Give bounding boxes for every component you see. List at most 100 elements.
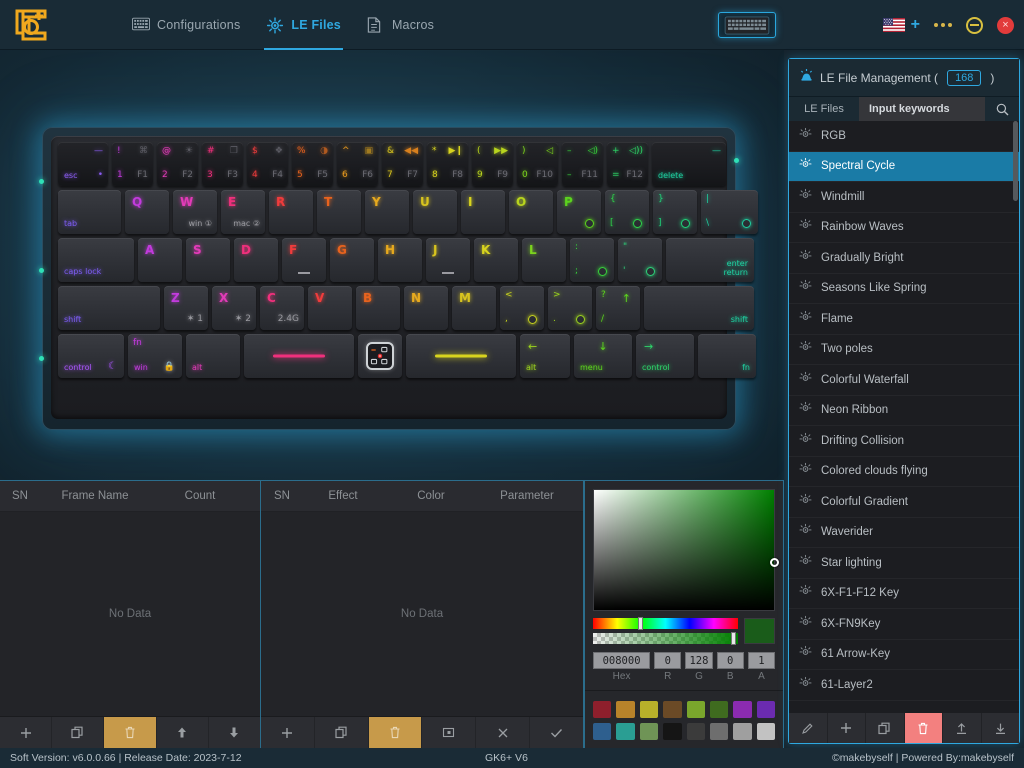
le-file-list-item[interactable]: Flame (789, 304, 1019, 335)
le-file-list-item[interactable]: Star lighting (789, 548, 1019, 579)
keyboard-key[interactable]: T (317, 190, 361, 234)
keyboard-key[interactable]: >. (548, 286, 592, 330)
le-file-list-item[interactable]: Neon Ribbon (789, 396, 1019, 426)
keyboard-key[interactable]: fn win 🔒 (128, 334, 182, 378)
copy-le-file-button[interactable] (866, 713, 905, 743)
keyboard-key[interactable]: # ❐ 3 F3 (202, 142, 243, 186)
keyboard-key[interactable]: G (330, 238, 374, 282)
color-swatch[interactable] (709, 723, 729, 740)
le-file-list-item[interactable]: Windmill (789, 182, 1019, 213)
keyboard-key[interactable]: enter return (666, 238, 754, 282)
green-input[interactable] (685, 652, 713, 669)
add-effect-button[interactable] (261, 717, 315, 748)
keyboard-key[interactable] (358, 334, 402, 378)
keyboard-key[interactable]: (▶▶ 9 F9 (472, 142, 513, 186)
search-button[interactable] (985, 97, 1019, 121)
device-keyboard-badge[interactable] (718, 12, 776, 38)
keyboard-key[interactable]: R (269, 190, 313, 234)
color-swatch[interactable] (593, 723, 612, 740)
keyboard-key[interactable]: ? / ↑ (596, 286, 640, 330)
le-file-list-item[interactable]: 61-Layer2 (789, 670, 1019, 701)
keyboard-key[interactable]: control → (636, 334, 694, 378)
close-button[interactable]: × (997, 16, 1014, 34)
keyboard-key[interactable]: Wwin ① (173, 190, 217, 234)
le-file-list-item[interactable]: Colorful Gradient (789, 487, 1019, 518)
tab-le-files[interactable]: LE Files (264, 0, 343, 50)
keyboard-key[interactable]: — delete (652, 142, 726, 186)
keyboard-key[interactable]: + ◁)) = F12 (607, 142, 648, 186)
le-file-list-item[interactable]: Colored clouds flying (789, 457, 1019, 487)
keyboard-key[interactable]: J (426, 238, 470, 282)
more-dots-icon[interactable] (934, 23, 952, 27)
le-file-list-item[interactable]: Gradually Bright (789, 243, 1019, 274)
saturation-cursor[interactable] (770, 558, 779, 567)
color-swatch[interactable] (639, 723, 659, 740)
keyboard-key[interactable]: I (461, 190, 505, 234)
delete-effect-button[interactable] (368, 717, 423, 748)
color-swatch[interactable] (639, 701, 659, 718)
add-le-file-button[interactable] (827, 713, 866, 743)
delete-le-file-button[interactable] (904, 713, 943, 743)
keyboard-key[interactable]: @ ☀ 2 F2 (157, 142, 198, 186)
cancel-effect-button[interactable] (476, 717, 531, 748)
hue-thumb[interactable] (637, 617, 643, 630)
color-swatch[interactable] (616, 701, 635, 718)
keyboard-body[interactable]: — • esc! ⌘ 1 F1 @ ☀ 2 F2 # ❐ 3 F3 $ ❖ 4 F4% ◑ 5 F5 ^ ▣ 6 F6 & ◀◀ 7 F… (39, 127, 758, 430)
delete-frame-button[interactable] (104, 717, 157, 748)
le-file-list-item[interactable]: RGB (789, 121, 1019, 152)
keyboard-key[interactable]: control ☾ (58, 334, 124, 378)
frames-table-body[interactable]: No Data (0, 512, 260, 716)
edit-le-file-button[interactable] (789, 713, 828, 743)
alpha-thumb[interactable] (730, 632, 736, 645)
keyboard-key[interactable]: H (378, 238, 422, 282)
color-swatch[interactable] (733, 701, 752, 718)
keyboard-key[interactable]: ✶ 1 Z (164, 286, 208, 330)
keyboard-key[interactable]: ! ⌘ 1 F1 (112, 142, 153, 186)
saturation-value-area[interactable] (593, 489, 779, 611)
keyboard-key[interactable]: <, (500, 286, 544, 330)
color-swatch[interactable] (733, 723, 752, 740)
preview-effect-button[interactable] (422, 717, 477, 748)
keyboard-key[interactable]: V (308, 286, 352, 330)
keyboard-key[interactable]: M (452, 286, 496, 330)
alpha-slider[interactable] (593, 632, 738, 645)
move-frame-down-button[interactable] (208, 717, 261, 748)
le-file-list-item[interactable]: Two poles (789, 335, 1019, 365)
red-input[interactable] (654, 652, 682, 669)
blue-input[interactable] (716, 652, 744, 669)
le-file-list-item[interactable]: Drifting Collision (789, 426, 1019, 457)
keyboard-key[interactable]: tab (58, 190, 121, 234)
keyboard-key[interactable]: $ ❖ 4 F4 (247, 142, 288, 186)
us-flag-icon[interactable] (882, 18, 905, 32)
color-swatch[interactable] (663, 701, 682, 718)
keyboard-key[interactable]: ^ ▣ 6 F6 (337, 142, 378, 186)
le-file-list-item[interactable]: 61 Arrow-Key (789, 640, 1019, 670)
move-frame-up-button[interactable] (156, 717, 209, 748)
keyboard-key[interactable] (244, 334, 354, 378)
color-swatch[interactable] (686, 701, 705, 718)
color-swatch[interactable] (593, 701, 612, 718)
keyboard-key[interactable]: " ' (618, 238, 662, 282)
keyboard-key[interactable]: Y (365, 190, 409, 234)
keyboard-key[interactable]: ) ◁ 0 F10 (517, 142, 558, 186)
search-input[interactable]: Input keywords (869, 103, 950, 115)
keyboard-key[interactable]: Q (125, 190, 169, 234)
keyboard-key[interactable]: | \ (701, 190, 758, 234)
add-language-button[interactable]: + (911, 17, 920, 33)
keyboard-key[interactable]: shift (644, 286, 754, 330)
search-input-wrapper[interactable]: Input keywords (859, 97, 985, 121)
tab-configurations[interactable]: Configurations (130, 0, 242, 50)
keyboard-keys-area[interactable]: — • esc! ⌘ 1 F1 @ ☀ 2 F2 # ❐ 3 F3 $ ❖ 4 F4% ◑ 5 F5 ^ ▣ 6 F6 & ◀◀ 7 F… (51, 136, 758, 419)
keyboard-key[interactable]: L (522, 238, 566, 282)
keyboard-key[interactable]: {[ (605, 190, 649, 234)
color-swatch[interactable] (756, 723, 775, 740)
le-file-list-item[interactable]: 6X-F1-F12 Key (789, 579, 1019, 609)
copy-frame-button[interactable] (52, 717, 105, 748)
keyboard-key[interactable]: ✶ 2 X (212, 286, 256, 330)
le-list-scrollbar[interactable] (1013, 121, 1018, 713)
keyboard-key[interactable]: – ◁) – F11 (562, 142, 603, 186)
alpha-input[interactable] (747, 652, 776, 669)
upload-le-file-button[interactable] (943, 713, 982, 743)
le-file-list-item[interactable]: Waverider (789, 518, 1019, 548)
keyboard-key[interactable]: B (356, 286, 400, 330)
